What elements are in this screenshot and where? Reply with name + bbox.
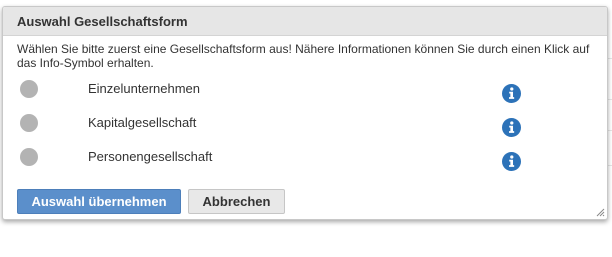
radio-button[interactable] <box>20 148 38 166</box>
radio-button[interactable] <box>20 114 38 132</box>
option-einzelunternehmen[interactable]: Einzelunternehmen <box>3 79 607 103</box>
option-kapitalgesellschaft[interactable]: Kapitalgesellschaft <box>3 113 607 137</box>
resize-grip-icon[interactable] <box>596 208 605 217</box>
info-icon[interactable] <box>502 84 521 103</box>
info-icon[interactable] <box>502 152 521 171</box>
option-personengesellschaft[interactable]: Personengesellschaft <box>3 147 607 171</box>
option-label[interactable]: Kapitalgesellschaft <box>88 115 196 130</box>
info-icon[interactable] <box>502 118 521 137</box>
instructions-text: Wählen Sie bitte zuerst eine Gesellschaf… <box>17 42 590 70</box>
company-form-dialog: Auswahl Gesellschaftsform Wählen Sie bit… <box>2 6 608 220</box>
cancel-button[interactable]: Abbrechen <box>188 189 285 214</box>
option-label[interactable]: Einzelunternehmen <box>88 81 200 96</box>
option-label[interactable]: Personengesellschaft <box>88 149 212 164</box>
confirm-selection-button[interactable]: Auswahl übernehmen <box>17 189 181 214</box>
radio-button[interactable] <box>20 80 38 98</box>
dialog-title[interactable]: Auswahl Gesellschaftsform <box>3 7 607 36</box>
